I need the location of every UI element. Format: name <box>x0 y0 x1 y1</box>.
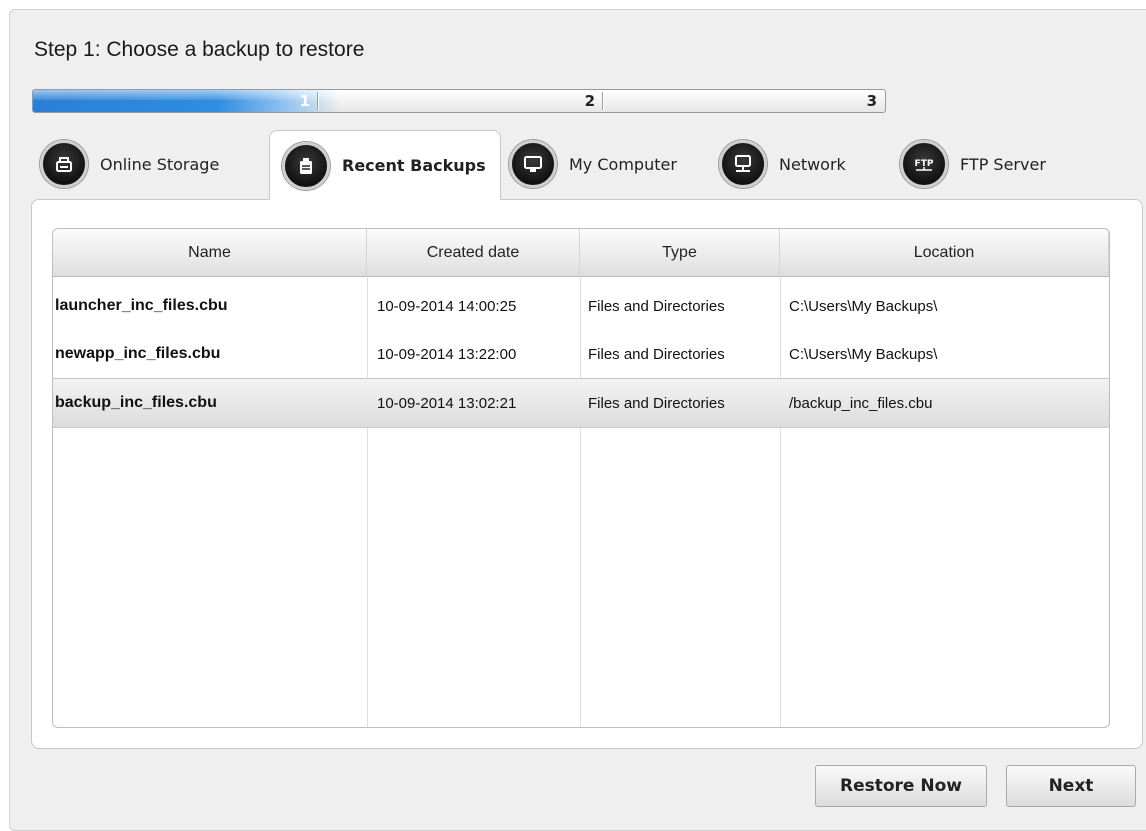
network-icon <box>719 140 767 188</box>
column-header-location[interactable]: Location <box>780 229 1109 276</box>
restore-wizard-dialog: Step 1: Choose a backup to restore 1 2 3… <box>9 9 1146 831</box>
cell-name: newapp_inc_files.cbu <box>55 345 221 362</box>
step-title: Step 1: Choose a backup to restore <box>34 38 365 61</box>
progress-step-3: 3 <box>866 92 877 110</box>
table-row[interactable]: newapp_inc_files.cbu 10-09-2014 13:22:00… <box>53 330 1109 378</box>
progress-step-1: 1 <box>299 92 310 110</box>
online-storage-icon <box>40 140 88 188</box>
cell-created-date: 10-09-2014 13:22:00 <box>377 345 517 363</box>
tab-label: Network <box>779 154 846 174</box>
column-header-name[interactable]: Name <box>53 229 367 276</box>
column-header-created-date[interactable]: Created date <box>367 229 580 276</box>
cell-created-date: 10-09-2014 14:00:25 <box>377 297 517 315</box>
restore-now-button[interactable]: Restore Now <box>815 765 987 807</box>
ftp-server-icon: FTP <box>900 140 948 188</box>
cell-location: /backup_inc_files.cbu <box>789 394 933 412</box>
tab-ftp-server[interactable]: FTP FTP Server <box>900 130 1046 198</box>
tab-recent-backups[interactable]: Recent Backups <box>269 130 501 200</box>
tab-label: My Computer <box>569 154 677 174</box>
cell-name: backup_inc_files.cbu <box>55 394 217 411</box>
progress-step-2: 2 <box>584 92 595 110</box>
tab-my-computer[interactable]: My Computer <box>509 130 677 198</box>
cell-type: Files and Directories <box>588 297 725 315</box>
cell-location: C:\Users\My Backups\ <box>789 345 938 363</box>
column-header-type[interactable]: Type <box>580 229 780 276</box>
table-header: Name Created date Type Location <box>53 229 1109 277</box>
tab-online-storage[interactable]: Online Storage <box>40 130 219 198</box>
source-tabs: Online Storage Recent Backups My Compute… <box>32 130 1132 208</box>
cell-created-date: 10-09-2014 13:02:21 <box>377 394 517 412</box>
tab-content-panel: Name Created date Type Location launcher… <box>31 199 1143 749</box>
tab-label: Online Storage <box>100 154 220 174</box>
cell-location: C:\Users\My Backups\ <box>789 297 938 315</box>
progress-divider <box>317 92 319 110</box>
table-body: launcher_inc_files.cbu 10-09-2014 14:00:… <box>53 282 1109 428</box>
cell-name: launcher_inc_files.cbu <box>55 297 228 314</box>
cell-type: Files and Directories <box>588 345 725 363</box>
table-row[interactable]: launcher_inc_files.cbu 10-09-2014 14:00:… <box>53 282 1109 330</box>
backups-table: Name Created date Type Location launcher… <box>52 228 1110 728</box>
next-button[interactable]: Next <box>1006 765 1136 807</box>
tab-label: FTP Server <box>960 154 1046 174</box>
wizard-progress-bar: 1 2 3 <box>32 89 886 113</box>
cell-type: Files and Directories <box>588 394 725 412</box>
progress-divider <box>602 92 604 110</box>
table-row-selected[interactable]: backup_inc_files.cbu 10-09-2014 13:02:21… <box>53 378 1109 428</box>
my-computer-icon <box>509 140 557 188</box>
tab-network[interactable]: Network <box>719 130 846 198</box>
recent-backups-icon <box>282 141 330 190</box>
tab-label: Recent Backups <box>342 156 486 175</box>
